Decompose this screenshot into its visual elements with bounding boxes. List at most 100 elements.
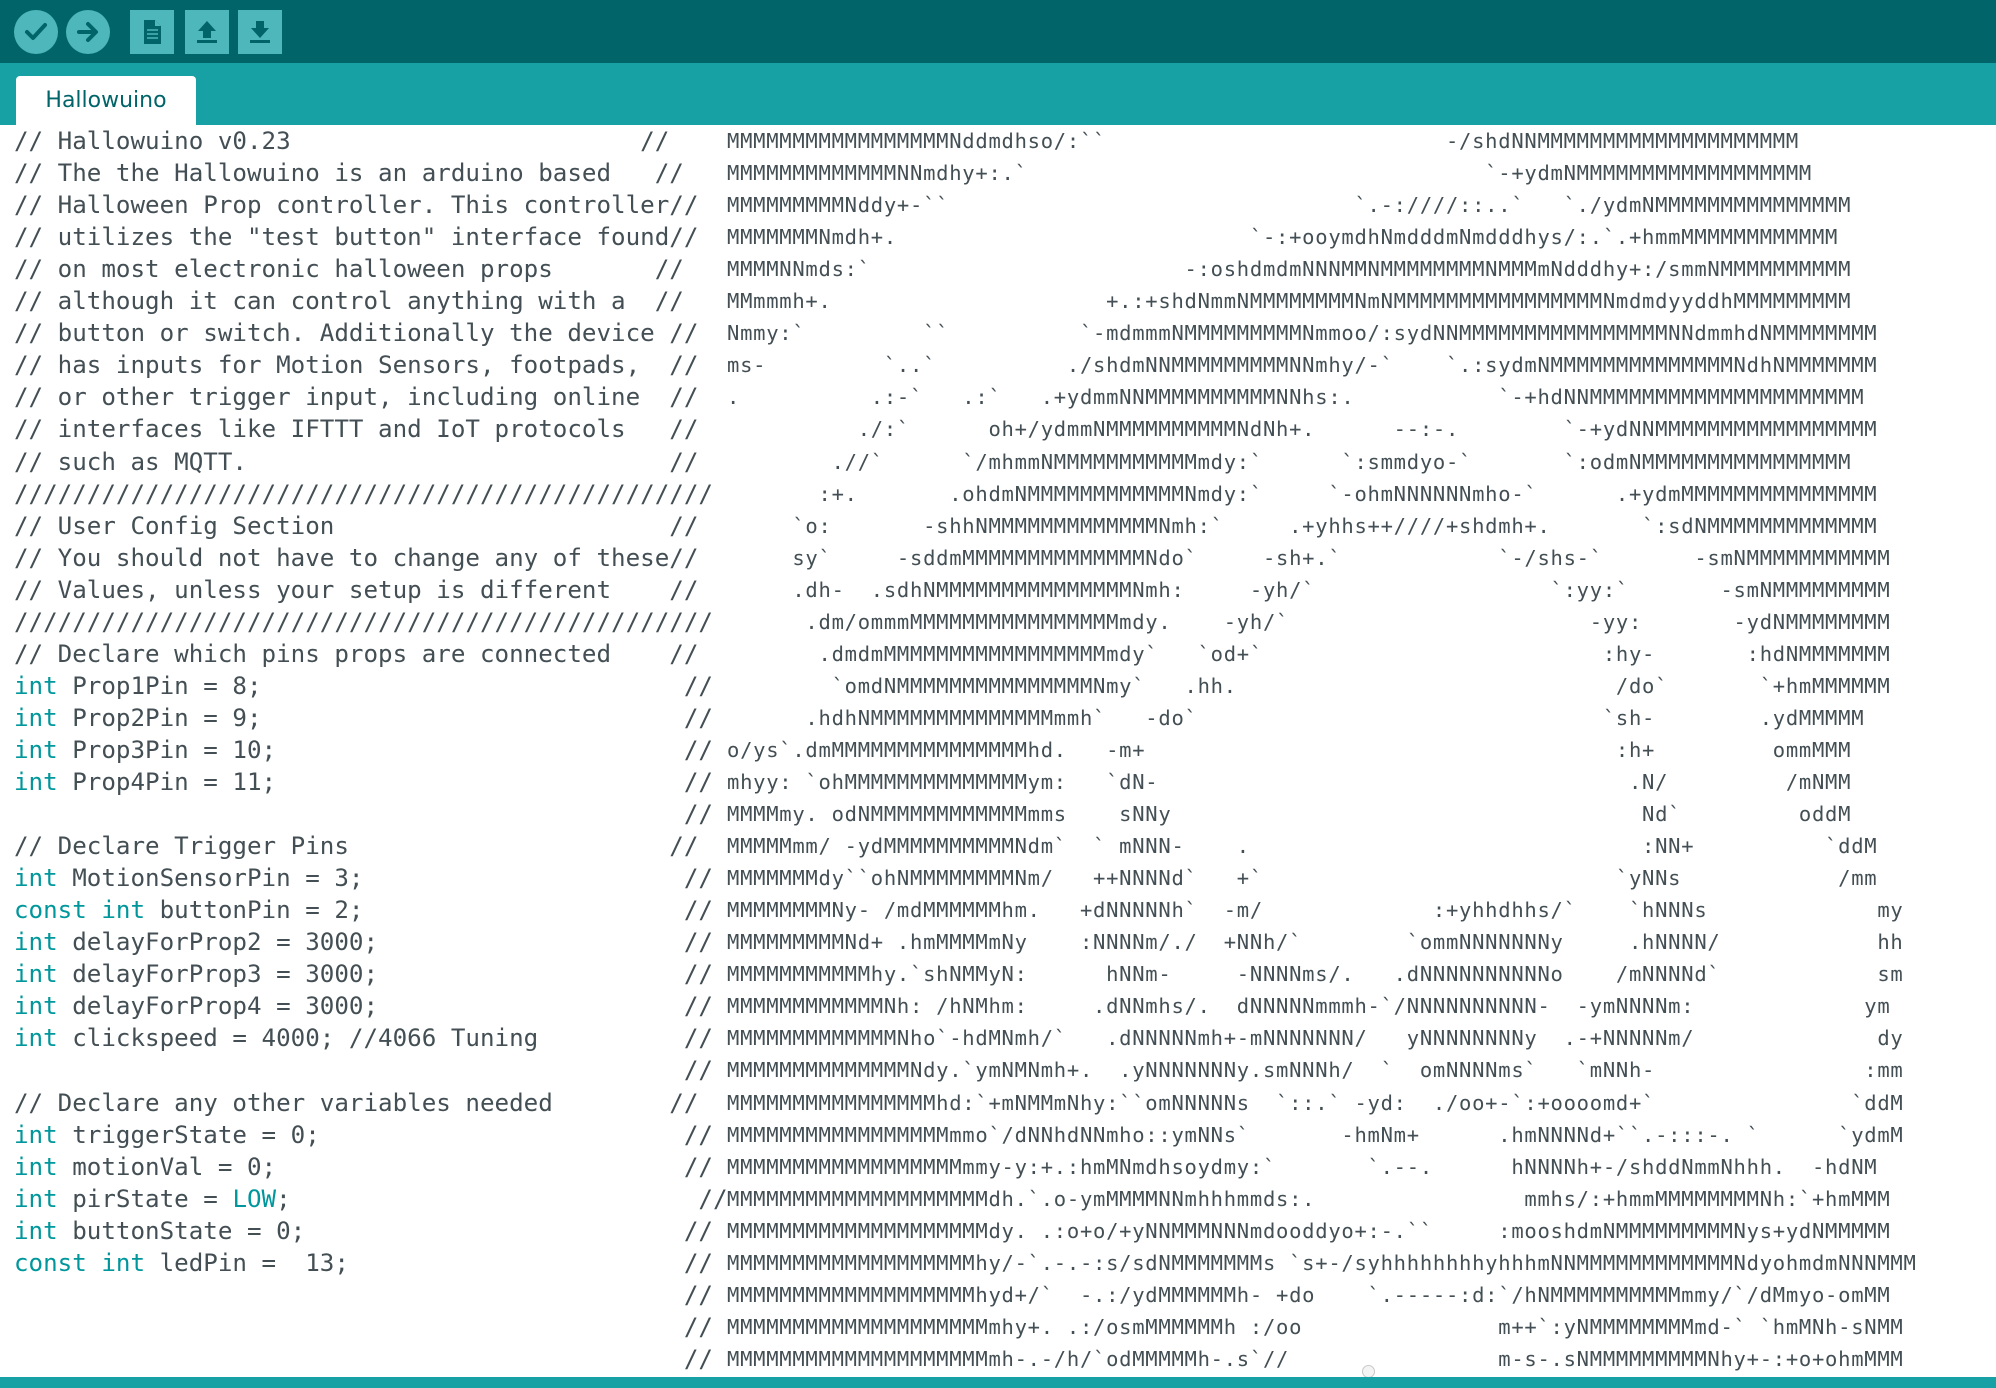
ascii-art-line: .//` `/mhmmNMMMMMMMMMMMmdy:` `:smmdyo-` … xyxy=(727,449,1852,474)
code-line: int delayForProp2 = 3000; // xyxy=(14,926,713,958)
new-sketch-button[interactable] xyxy=(130,10,174,54)
code-line: // button or switch. Additionally the de… xyxy=(14,317,698,349)
ascii-art-line: MMMMmy. odNMMMMMMMMMMMMmms sNNy Nd` oddM xyxy=(727,802,1852,827)
code-text: ; // xyxy=(276,1184,728,1213)
toolbar xyxy=(0,0,1996,63)
ascii-art-line: MMMMMMMMMMMMMMMMMMMMdy. .:o+o/+yNNMMMNNN… xyxy=(727,1218,1891,1243)
code-line: // or other trigger input, including onl… xyxy=(14,381,698,413)
tab-hallowuino[interactable]: Hallowuino xyxy=(16,76,196,125)
ascii-art-line: MMMMMMMMMMMMMMMMMNddmdhso/:`` -/shdNNMMM… xyxy=(727,129,1799,153)
code-line: int Prop4Pin = 11; // xyxy=(14,766,713,798)
code-line: const int buttonPin = 2; // xyxy=(14,894,713,926)
ascii-art-line: MMMMMMMMMMMMMMMMMMMhy/-`.-.-:s/sdNMMMMMM… xyxy=(727,1250,1917,1275)
code-line: ////////////////////////////////////////… xyxy=(14,606,713,638)
ascii-art-line: ./:` oh+/ydmmNMMMMMMMMMMNdNh+. --:-. `-+… xyxy=(727,417,1878,442)
code-text: // xyxy=(14,1056,713,1085)
code-line: ////////////////////////////////////////… xyxy=(14,478,713,510)
code-text: // Declare Trigger Pins // xyxy=(14,832,699,861)
ascii-art-line: MMMMMMMMMMMhy.`shNMMyN: hNNm- -NNNNms/. … xyxy=(727,962,1904,987)
code-line: // Declare which pins props are connecte… xyxy=(14,638,698,670)
code-text: delayForProp3 = 3000; // xyxy=(57,960,713,989)
code-keyword: int xyxy=(14,735,58,764)
ascii-art-line: MMMMMMMMMNddy+-`` `.-:////::..` `./ydmNM… xyxy=(727,193,1852,218)
ascii-art-line: o/ys`.dmMMMMMMMMMMMMMMMhd. -m+ :h+ ommMM… xyxy=(727,737,1852,762)
code-line: int MotionSensorPin = 3; // xyxy=(14,862,713,894)
code-line: // xyxy=(14,1343,713,1375)
ascii-art-line: MMMMMMMMMMMMMMMMMMMMdh.`.o-ymMMMMNNmhhhm… xyxy=(727,1186,1891,1211)
code-line: // xyxy=(14,798,713,830)
arrow-right-icon xyxy=(75,19,101,45)
save-button[interactable] xyxy=(238,10,282,54)
code-line: // Values, unless your setup is differen… xyxy=(14,574,698,606)
status-bar xyxy=(0,1377,1996,1388)
code-text: // interfaces like IFTTT and IoT protoco… xyxy=(14,415,699,444)
code-text: ////////////////////////////////////////… xyxy=(14,607,713,636)
ascii-art-line: .dm/ommmMMMMMMMMMMMMMMMMmdy. -yh/` -yy: … xyxy=(727,609,1891,634)
code-line: int triggerState = 0; // xyxy=(14,1119,713,1151)
code-text: // xyxy=(14,1280,713,1309)
code-text: buttonPin = 2; // xyxy=(145,896,713,925)
code-line: // xyxy=(14,1054,713,1086)
code-line: // You should not have to change any of … xyxy=(14,542,698,574)
code-line: // Halloween Prop controller. This contr… xyxy=(14,189,698,221)
code-text: // button or switch. Additionally the de… xyxy=(14,319,699,348)
ascii-art-line: .dmdmMMMMMMMMMMMMMMMMMmdy` `od+` :hy- :h… xyxy=(727,641,1891,666)
code-line: // has inputs for Motion Sensors, footpa… xyxy=(14,349,698,381)
code-text: Prop4Pin = 11; // xyxy=(57,768,713,796)
code-text: // Declare which pins props are connecte… xyxy=(14,639,699,668)
ascii-art-line: MMMMMMMMMMMMMMMMMMMhyd+/` -.:/ydMMMMMMh-… xyxy=(727,1282,1891,1307)
ascii-art-line: `omdNMMMMMMMMMMMMMMMNmy` .hh. /do` `+hmM… xyxy=(727,673,1891,698)
ascii-art-line: sy` -sddmMMMMMMMMMMMMMMNdo` -sh+.` `-/sh… xyxy=(727,545,1891,570)
ascii-art-line: MMMMMMMMMMMMMNNmdhy+:.` `-+ydmNMMMMMMMMM… xyxy=(727,161,1812,186)
ascii-art-line: MMMMMMMdy``ohNMMMMMMMMNm/ ++NNNNd` +` `y… xyxy=(727,866,1878,891)
code-keyword: int xyxy=(14,1152,58,1181)
code-keyword: int xyxy=(14,1216,58,1245)
code-text: // Values, unless your setup is differen… xyxy=(14,575,699,604)
ascii-art-line: MMMMMMMNmdh+. `-:+ooymdhNmdddmNmdddhys/:… xyxy=(727,225,1839,250)
upload-button[interactable] xyxy=(66,10,110,54)
code-text: // You should not have to change any of … xyxy=(14,543,699,572)
ascii-art-line: MMMMMMMMMMMMMMMMhd:`+mNMMmNhy:``omNNNNNs… xyxy=(727,1090,1904,1115)
code-line: // User Config Section // xyxy=(14,510,698,542)
code-line: int delayForProp3 = 3000; // xyxy=(14,958,713,990)
verify-button[interactable] xyxy=(14,10,58,54)
code-text: // has inputs for Motion Sensors, footpa… xyxy=(14,351,699,380)
code-keyword: const xyxy=(14,1248,87,1277)
code-keyword: int xyxy=(14,1184,58,1213)
code-keyword: int xyxy=(14,928,58,957)
open-button[interactable] xyxy=(185,10,229,54)
ascii-art-line: MMMMMMMMNy- /mdMMMMMMhm. +dNNNNNh` -m/ :… xyxy=(727,898,1904,923)
ascii-art-line: MMMMMMMMMMMMMMMMMMmmy-y:+.:hmMNmdhsoydmy… xyxy=(727,1154,1878,1179)
ascii-art-line: MMMMMMMMMMMMMMMMMMMMmhy+. .:/osmMMMMMMh … xyxy=(727,1314,1904,1339)
code-text: // or other trigger input, including onl… xyxy=(14,383,699,412)
code-keyword: int xyxy=(14,960,58,989)
code-text: // Hallowuino v0.23 // xyxy=(14,127,670,155)
code-text: // User Config Section // xyxy=(14,511,699,540)
code-text: MotionSensorPin = 3; // xyxy=(57,864,713,893)
ascii-art-line: :+. .ohdmNMMMMMMMMMMMMNmdy:` `-ohmNNNNNN… xyxy=(727,481,1878,506)
code-text: Prop1Pin = 8; // xyxy=(57,671,713,700)
code-line: int Prop3Pin = 10; // xyxy=(14,734,713,766)
code-line: int delayForProp4 = 3000; // xyxy=(14,990,713,1022)
tab-label: Hallowuino xyxy=(45,88,167,113)
code-text: // Halloween Prop controller. This contr… xyxy=(14,191,699,220)
code-text: // xyxy=(14,1312,713,1341)
code-editor[interactable]: // Hallowuino v0.23 // // The the Hallowu… xyxy=(0,125,1996,1377)
code-text: // although it can control anything with… xyxy=(14,287,684,316)
code-line: int Prop1Pin = 8; // xyxy=(14,670,713,702)
code-line: int buttonState = 0; // xyxy=(14,1215,713,1247)
code-text: triggerState = 0; // xyxy=(57,1120,713,1149)
tab-strip: Hallowuino xyxy=(0,63,1996,125)
ascii-art-line: Nmmy:` `` `-mdmmmNMMMMMMMMMNmmoo/:sydNNM… xyxy=(727,321,1878,346)
code-keyword: int xyxy=(14,703,58,732)
arrow-down-icon xyxy=(246,18,274,46)
code-keyword: const xyxy=(14,896,87,925)
code-line: // Declare Trigger Pins // xyxy=(14,830,698,862)
code-text: // xyxy=(14,1344,713,1373)
code-keyword: int xyxy=(14,768,58,796)
ascii-art-line: . .:-` .:` .+ydmmNNMMMMMMMMMMNNhs:. `-+h… xyxy=(727,385,1865,410)
ascii-art-line: MMMMMMMMMMMMMMMMMmmo`/dNNhdNNmho::ymNNs`… xyxy=(727,1122,1904,1147)
code-line: const int ledPin = 13; // xyxy=(14,1247,713,1279)
